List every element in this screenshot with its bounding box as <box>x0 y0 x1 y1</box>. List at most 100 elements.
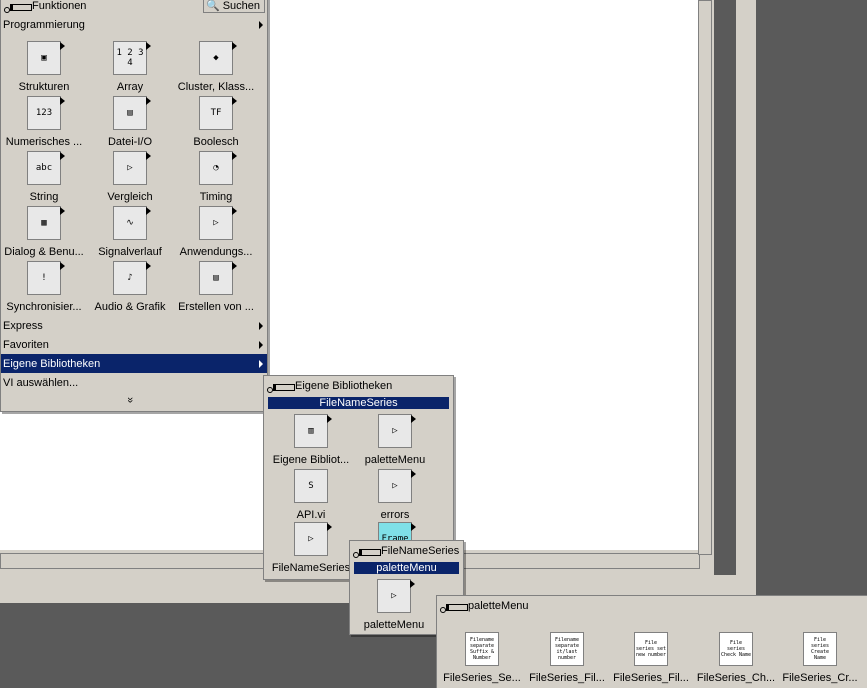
palettemenu-palette: paletteMenu Filename separate Suffix & N… <box>436 595 867 688</box>
icon-label: paletteMenu <box>363 619 425 631</box>
palette-icon-palettemenu-sub[interactable]: ▷ paletteMenu <box>351 579 437 631</box>
palette-icon-vergleich[interactable]: ▷ Vergleich <box>87 151 173 203</box>
pin-icon[interactable] <box>353 546 381 558</box>
functions-title: Funktionen <box>32 0 87 12</box>
fileseries-suffix-icon: Filename separate Suffix & Number <box>465 632 499 666</box>
filenameseries-title: FileNameSeries <box>381 545 460 557</box>
palette-icon-fileseries-ch[interactable]: File series Check Name FileSeries_Ch... <box>693 632 779 684</box>
eigene-title: Eigene Bibliotheken <box>295 380 393 392</box>
palette-icon-dialog[interactable]: ▦ Dialog & Benu... <box>1 206 87 258</box>
report-icon: ▤ <box>199 261 237 295</box>
search-button[interactable]: 🔍 Suchen <box>202 0 265 13</box>
array-icon: 1 2 3 4 <box>113 41 151 75</box>
clock-icon: ◔ <box>199 151 237 185</box>
eigene-selected-header[interactable]: FileNameSeries <box>268 397 449 409</box>
structures-icon: ▣ <box>27 41 65 75</box>
icon-label: Anwendungs... <box>179 246 253 258</box>
filenameseries-icon: ▷ <box>294 522 332 556</box>
palette-icon-strukturen[interactable]: ▣ Strukturen <box>1 41 87 93</box>
icon-label: Dialog & Benu... <box>4 246 84 258</box>
filenameseries-selected-header[interactable]: paletteMenu <box>354 562 459 574</box>
icon-label: Erstellen von ... <box>178 301 254 313</box>
palette-icon-palettemenu[interactable]: ▷ paletteMenu <box>352 414 438 466</box>
application-icon: ▷ <box>199 206 237 240</box>
category-programmierung[interactable]: Programmierung <box>1 15 267 34</box>
palette-icon-boolesch[interactable]: TF Boolesch <box>173 96 259 148</box>
palettemenu-title: paletteMenu <box>468 600 529 612</box>
dialog-icon: ▦ <box>27 206 65 240</box>
palette-icon-api-vi[interactable]: S API.vi <box>268 469 354 521</box>
palette-icon-fileseries-fil-2[interactable]: File series set new number FileSeries_Fil… <box>608 632 694 684</box>
comparison-icon: ▷ <box>113 151 151 185</box>
palette-icon-eigene-bibliot[interactable]: ▥ Eigene Bibliot... <box>268 414 354 466</box>
icon-label: Array <box>116 81 144 93</box>
palettemenu-titlebar[interactable]: paletteMenu <box>437 598 867 614</box>
file-io-icon: ▤ <box>113 96 151 130</box>
palette-icon-signalverlauf[interactable]: ∿ Signalverlauf <box>87 206 173 258</box>
pin-icon[interactable] <box>440 601 468 613</box>
icon-label: FileSeries_Fil... <box>529 672 605 684</box>
search-icon: 🔍 <box>205 0 220 12</box>
filenameseries-titlebar[interactable]: FileNameSeries <box>350 543 463 559</box>
boolean-icon: TF <box>199 96 237 130</box>
palette-menu-icon: ▷ <box>377 579 415 613</box>
icon-label: Vergleich <box>107 191 153 203</box>
errors-icon: ▷ <box>378 469 416 503</box>
fileseries-number-icon: Filename separate it/last number <box>550 632 584 666</box>
menu-eigene-bibliotheken[interactable]: Eigene Bibliotheken <box>1 354 267 373</box>
palette-icon-erstellen[interactable]: ▤ Erstellen von ... <box>173 261 259 313</box>
palette-icon-array[interactable]: 1 2 3 4 Array <box>87 41 173 93</box>
menu-vi-auswaehlen[interactable]: VI auswählen... <box>1 373 267 392</box>
icon-label: Timing <box>199 191 233 203</box>
vertical-scrollbar[interactable] <box>698 0 712 555</box>
palette-icon-anwendung[interactable]: ▷ Anwendungs... <box>173 206 259 258</box>
icon-label: Boolesch <box>193 136 239 148</box>
eigene-titlebar[interactable]: Eigene Bibliotheken <box>264 378 453 394</box>
menu-label: Express <box>3 319 43 332</box>
outer-frame-right <box>736 0 756 590</box>
submenu-arrow-icon <box>259 322 263 330</box>
palette-icon-synchronisier[interactable]: ! Synchronisier... <box>1 261 87 313</box>
palette-icon-timing[interactable]: ◔ Timing <box>173 151 259 203</box>
palette-icon-fileseries-se[interactable]: Filename separate Suffix & Number FileSer… <box>439 632 525 684</box>
palette-icon-numerisch[interactable]: 123 Numerisches ... <box>1 96 87 148</box>
pin-icon[interactable] <box>4 1 32 13</box>
palette-icon-fileseries-fil-1[interactable]: Filename separate it/last number FileSeri… <box>524 632 610 684</box>
numeric-icon: 123 <box>27 96 65 130</box>
palette-icon-cluster[interactable]: ◆ Cluster, Klass... <box>173 41 259 93</box>
icon-label: paletteMenu <box>364 454 426 466</box>
icon-label: Datei-I/O <box>107 136 152 148</box>
fileseries-check-icon: File series Check Name <box>719 632 753 666</box>
palette-icon-string[interactable]: abc String <box>1 151 87 203</box>
icon-label: FileSeries_Ch... <box>696 672 776 684</box>
palette-menu-icon: ▷ <box>378 414 416 448</box>
palette-icon-errors[interactable]: ▷ errors <box>352 469 438 521</box>
menu-label: Favoriten <box>3 338 49 351</box>
palette-icon-datei-io[interactable]: ▤ Datei-I/O <box>87 96 173 148</box>
submenu-arrow-icon <box>259 360 263 368</box>
palette-icon-fileseries-cr[interactable]: File series Create Name FileSeries_Cr... <box>777 632 863 684</box>
submenu-arrow-icon <box>259 341 263 349</box>
waveform-icon: ∿ <box>113 206 151 240</box>
submenu-arrow-icon <box>259 21 263 29</box>
string-icon: abc <box>27 151 65 185</box>
sync-icon: ! <box>27 261 65 295</box>
icon-label: FileSeries_Fil... <box>613 672 689 684</box>
icon-label: Cluster, Klass... <box>177 81 255 93</box>
menu-favoriten[interactable]: Favoriten <box>1 335 267 354</box>
palette-icon-filenameseries[interactable]: ▷ FileNameSeries <box>268 522 354 574</box>
icon-label: Numerisches ... <box>5 136 83 148</box>
icon-label: API.vi <box>296 509 326 521</box>
palette-icon-audio-grafik[interactable]: ♪ Audio & Grafik <box>87 261 173 313</box>
fileseries-setnumber-icon: File series set new number <box>634 632 668 666</box>
icon-label: Signalverlauf <box>98 246 162 258</box>
menu-express[interactable]: Express <box>1 316 267 335</box>
category-label: Programmierung <box>3 18 85 31</box>
fileseries-create-icon: File series Create Name <box>803 632 837 666</box>
icon-label: errors <box>380 509 410 521</box>
expand-chevron-icon[interactable]: » <box>124 397 136 403</box>
functions-palette: Funktionen 🔍 Suchen Programmierung ▣ Stru… <box>0 0 268 412</box>
pin-icon[interactable] <box>267 381 295 393</box>
icon-label: FileSeries_Cr... <box>782 672 858 684</box>
menu-label: VI auswählen... <box>3 376 79 389</box>
